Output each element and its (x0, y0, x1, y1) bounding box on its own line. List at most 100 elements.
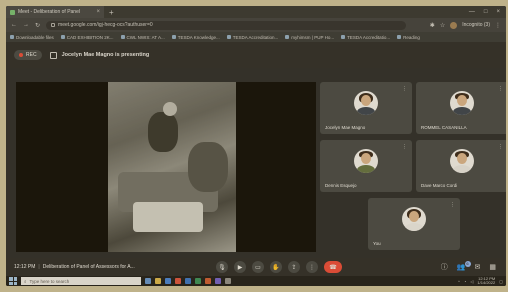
word-icon[interactable] (185, 278, 191, 284)
participant-tile[interactable]: ⋮ Jocelyn Mae Magno (320, 82, 412, 134)
chat-icon[interactable]: ✉ (475, 263, 481, 271)
mic-button[interactable]: 🎙 (216, 261, 228, 273)
leave-call-button[interactable]: ☎ (324, 261, 342, 273)
camera-button[interactable]: ▶ (234, 261, 246, 273)
meet-favicon-icon (10, 9, 15, 15)
presentation-stage[interactable] (16, 82, 316, 252)
participant-name: ROMMEL CASANILLA (421, 125, 467, 130)
maximize-icon[interactable]: □ (484, 9, 488, 15)
search-placeholder: Type here to search (29, 278, 70, 284)
info-icon[interactable]: ⓘ (441, 262, 448, 272)
bookmarks-bar: Downloadable files CAD EXHIBITION 2K... … (6, 32, 506, 42)
bookmark-icon (226, 35, 231, 39)
video-content (133, 202, 203, 232)
chrome-icon[interactable] (175, 278, 181, 284)
participant-tile[interactable]: ⋮ Dave Marco Cordi (416, 140, 506, 192)
settings-icon[interactable] (225, 278, 231, 284)
presenting-text: Jocelyn Mae Magno is presenting (61, 52, 150, 58)
bookmark-item[interactable]: TESDA Accreditation... (226, 35, 278, 40)
system-tray: ^ ◔ ◁ 12:12 PM 1/14/2022 ▢ (458, 276, 503, 286)
meeting-controls-bar: 12:12 PM | Deliberation of Panel of Asse… (6, 258, 506, 276)
browser-tab-strip: Meet - Deliberation of Panel × + — □ × (6, 6, 506, 18)
participant-avatar (450, 91, 474, 115)
edge-icon[interactable] (165, 278, 171, 284)
profile-avatar[interactable] (450, 21, 458, 29)
bookmark-item[interactable]: TESDA Knowledge... (171, 35, 220, 40)
side-panel-controls: ⓘ 👥 6 ✉ ▦ (441, 261, 496, 272)
minimize-icon[interactable]: — (469, 9, 475, 15)
present-screen-icon (49, 51, 57, 59)
back-icon[interactable]: ← (11, 22, 17, 28)
mic-muted-icon: ⋮ (450, 202, 455, 208)
participant-avatar (402, 207, 426, 231)
close-window-icon[interactable]: × (496, 9, 500, 15)
call-controls: 🎙 ▶ ▭ ✋ ⇪ ⋮ ☎ (216, 261, 342, 273)
participant-avatar (354, 91, 378, 115)
task-view-icon[interactable] (145, 278, 151, 284)
bookmark-icon (120, 35, 125, 39)
volume-icon[interactable]: ◁ (470, 279, 473, 284)
excel-icon[interactable] (195, 278, 201, 284)
activities-icon[interactable]: ▦ (489, 263, 496, 271)
bookmark-star-icon[interactable]: ☆ (440, 22, 445, 29)
taskbar-search[interactable]: ⌕ Type here to search (21, 277, 141, 285)
profile-name[interactable]: Incognito (3) (462, 22, 490, 28)
windows-start-icon[interactable] (9, 277, 17, 285)
powerpoint-icon[interactable] (205, 278, 211, 284)
taskbar-clock[interactable]: 12:12 PM 1/14/2022 (477, 276, 495, 286)
bookmark-item[interactable]: Downloadable files (10, 35, 54, 40)
bookmark-icon (341, 35, 346, 39)
screen-frame: Meet - Deliberation of Panel × + — □ × ←… (6, 6, 506, 286)
separator: | (38, 264, 40, 270)
participant-tile[interactable]: ⋮ ROMMEL CASANILLA (416, 82, 506, 134)
bookmark-icon (397, 35, 402, 39)
bookmark-item[interactable]: CAD EXHIBITION 2K... (60, 35, 114, 40)
browser-tab[interactable]: Meet - Deliberation of Panel × (6, 6, 104, 18)
extensions-icon[interactable]: ✱ (430, 22, 435, 29)
toolbar-right: ✱ ☆ Incognito (3) ⋮ (430, 21, 501, 29)
menu-dots-icon[interactable]: ⋮ (495, 22, 501, 29)
participant-name: Jocelyn Mae Magno (325, 125, 366, 130)
recording-badge[interactable]: REC (14, 50, 42, 60)
bookmark-icon (171, 35, 176, 39)
forward-icon[interactable]: → (23, 22, 29, 28)
video-content (148, 112, 178, 152)
bookmark-item[interactable]: Reading (397, 35, 420, 40)
people-icon[interactable]: 👥 6 (457, 261, 471, 271)
people-count-badge: 6 (464, 261, 471, 267)
file-explorer-icon[interactable] (155, 278, 161, 284)
participant-avatar (450, 149, 474, 173)
present-button[interactable]: ⇪ (288, 261, 300, 273)
new-tab-icon[interactable]: + (104, 8, 119, 17)
meeting-time: 12:12 PM (14, 264, 36, 270)
url-field[interactable]: meet.google.com/igj-hecg-ocs?authuser=0 (46, 20, 407, 30)
mic-muted-icon: ⋮ (498, 86, 503, 92)
more-options-button[interactable]: ⋮ (306, 261, 318, 273)
participant-tile-self[interactable]: ⋮ You (368, 198, 460, 250)
meeting-title: Deliberation of Panel of Assessors for A… (42, 264, 135, 270)
notifications-icon[interactable]: ▢ (499, 279, 503, 284)
shared-screen-video (108, 82, 236, 252)
recording-dot-icon (19, 53, 23, 57)
participant-tile[interactable]: ⋮ Dennis Esquejo (320, 140, 412, 192)
bookmark-item[interactable]: TESDA Accreditatio... (341, 35, 390, 40)
bookmark-item[interactable]: myhimsm | PUP Ho... (285, 35, 334, 40)
bookmark-icon (60, 35, 65, 39)
os-taskbar: ⌕ Type here to search ^ ◔ ◁ 12:12 PM 1/1… (6, 276, 506, 286)
captions-button[interactable]: ▭ (252, 261, 264, 273)
tab-title: Meet - Deliberation of Panel (18, 9, 80, 15)
participant-name: Dave Marco Cordi (421, 183, 458, 188)
wifi-icon[interactable]: ◔ (464, 279, 466, 284)
reload-icon[interactable]: ↻ (35, 22, 40, 29)
mic-muted-icon: ⋮ (402, 86, 407, 92)
raise-hand-button[interactable]: ✋ (270, 261, 282, 273)
participant-name: Dennis Esquejo (325, 183, 357, 188)
bookmark-item[interactable]: CWL NWIS: AT A... (120, 35, 165, 40)
teams-icon[interactable] (215, 278, 221, 284)
tray-chevron-icon[interactable]: ^ (458, 279, 460, 284)
meeting-info: 12:12 PM | Deliberation of Panel of Asse… (14, 264, 135, 270)
window-controls: — □ × (469, 9, 506, 15)
bookmark-icon (285, 35, 290, 39)
tab-close-icon[interactable]: × (96, 9, 100, 15)
address-bar: ← → ↻ meet.google.com/igj-hecg-ocs?authu… (6, 18, 506, 32)
